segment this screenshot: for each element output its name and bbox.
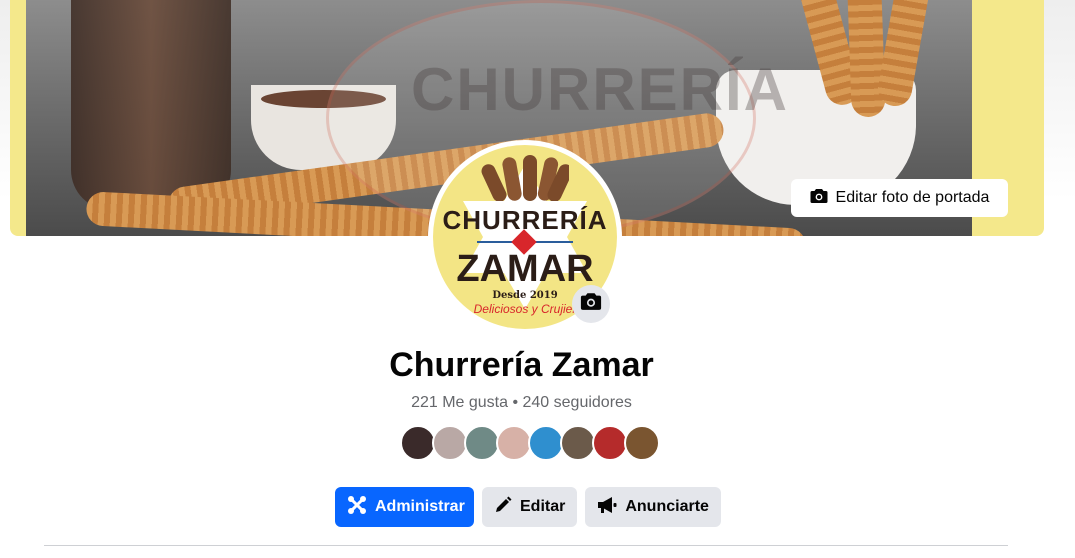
page-title: Churrería Zamar xyxy=(389,346,654,384)
avatar[interactable] xyxy=(432,425,468,461)
edit-label: Editar xyxy=(520,498,566,515)
avatar[interactable] xyxy=(400,425,436,461)
update-profile-picture-button[interactable] xyxy=(572,285,610,323)
follower-avatars xyxy=(400,425,660,461)
megaphone-icon xyxy=(597,496,617,519)
manage-button[interactable]: Administrar xyxy=(335,487,474,527)
divider xyxy=(44,545,1008,546)
page-stats[interactable]: 221 Me gusta • 240 seguidores xyxy=(0,394,1043,412)
avatar[interactable] xyxy=(464,425,500,461)
avatar[interactable] xyxy=(592,425,628,461)
page-actions: Administrar Editar Anunciarte xyxy=(335,487,721,527)
churros-logo-icon xyxy=(481,155,569,201)
manage-icon xyxy=(347,495,367,520)
avatar[interactable] xyxy=(496,425,532,461)
camera-icon xyxy=(810,188,828,209)
edit-cover-photo-button[interactable]: Editar foto de portada xyxy=(791,179,1008,217)
watermark-text: CHURRERÍA xyxy=(411,56,789,123)
edit-cover-label: Editar foto de portada xyxy=(835,189,990,206)
pencil-icon xyxy=(494,496,512,519)
churro-image xyxy=(846,0,886,118)
chocolate-cup-image xyxy=(71,0,231,210)
edit-button[interactable]: Editar xyxy=(482,487,578,527)
manage-label: Administrar xyxy=(375,498,465,515)
avatar[interactable] xyxy=(624,425,660,461)
advertise-label: Anunciarte xyxy=(625,498,709,515)
camera-icon xyxy=(580,292,602,316)
advertise-button[interactable]: Anunciarte xyxy=(585,487,721,527)
avatar[interactable] xyxy=(560,425,596,461)
avatar[interactable] xyxy=(528,425,564,461)
churro-image xyxy=(875,0,937,109)
